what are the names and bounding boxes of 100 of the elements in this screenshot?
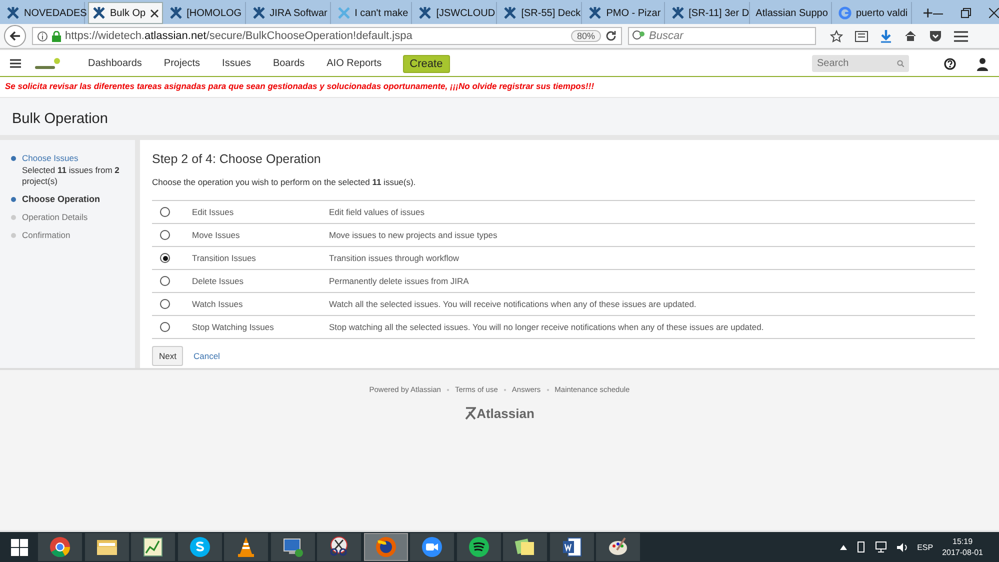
- download-icon[interactable]: [880, 30, 892, 42]
- word-icon: [560, 536, 582, 558]
- help-icon[interactable]: [944, 58, 956, 70]
- jira-icon: [168, 6, 183, 20]
- home-icon[interactable]: [904, 30, 917, 42]
- operation-name: Delete Issues: [192, 276, 244, 286]
- step-label: Choose Operation: [22, 194, 100, 205]
- step-heading: Step 2 of 4: Choose Operation: [152, 152, 322, 166]
- browser-tab[interactable]: Bulk Op: [88, 2, 163, 24]
- step-label: Confirmation: [22, 230, 70, 241]
- jira-icon: [6, 6, 20, 20]
- sticky-notes-icon: [514, 536, 536, 558]
- jira-icon: [92, 6, 106, 20]
- operation-name: Move Issues: [192, 230, 240, 240]
- firefox-icon: [374, 536, 396, 558]
- step-detail: Selected 11 issues from 2 project(s): [22, 165, 120, 187]
- radio-button[interactable]: [160, 276, 170, 286]
- avatar-icon[interactable]: [976, 56, 989, 70]
- google-icon: [838, 6, 852, 20]
- reading-list-icon[interactable]: [855, 30, 868, 42]
- lock-icon: [52, 30, 61, 42]
- skype-icon: [188, 536, 210, 558]
- jira-icon: [670, 6, 685, 20]
- url-text: https://widetech.atlassian.net/secure/BulkChooseOperation!default.jspa: [65, 30, 412, 42]
- atlassian-logo-icon: [464, 407, 476, 420]
- caret-up-icon[interactable]: [840, 544, 848, 550]
- nav-link[interactable]: Issues: [211, 58, 262, 69]
- operation-description: Stop watching all the selected issues. You will no longer receive notifications when any of these issues are updated.: [329, 322, 764, 332]
- next-button[interactable]: Next: [152, 346, 184, 366]
- taskbar-app-button[interactable]: [550, 533, 594, 561]
- taskbar-app-button[interactable]: [317, 533, 361, 561]
- nav-link[interactable]: Dashboards: [77, 58, 153, 69]
- search-icon: [897, 60, 904, 67]
- search-field[interactable]: Buscar: [628, 27, 816, 45]
- taskbar-app-button[interactable]: [131, 533, 175, 561]
- menu-icon[interactable]: [10, 59, 21, 68]
- windows-start-icon[interactable]: [10, 538, 28, 556]
- notice-text: Se solicita revisar las diferentes tareas asignadas para que sean gestionadas y solucionadas oportunamente, ¡¡¡No olvide registrar sus tiempos!!!: [5, 81, 596, 91]
- step-label: Operation Details: [22, 212, 88, 223]
- info-icon: [37, 30, 48, 42]
- paint-palette-icon: [607, 536, 629, 558]
- pocket-icon[interactable]: [929, 30, 942, 42]
- atlassian-logo-text: Atlassian: [476, 406, 534, 421]
- phone-icon[interactable]: [856, 541, 866, 553]
- chrome-icon: [49, 536, 71, 558]
- scissors-icon: [328, 536, 350, 558]
- cancel-link[interactable]: Cancel: [193, 351, 220, 361]
- restore-icon[interactable]: [961, 8, 972, 18]
- step-link[interactable]: Choose Issues: [22, 153, 135, 164]
- logo-icon[interactable]: [35, 56, 61, 70]
- search-field[interactable]: Search: [812, 55, 909, 72]
- operation-description: Edit field values of issues: [329, 207, 424, 217]
- video-camera-icon: [421, 536, 443, 558]
- taskbar-app-button[interactable]: [410, 533, 454, 561]
- search-icon: [632, 30, 645, 42]
- close-icon[interactable]: [989, 8, 999, 18]
- taskbar-app-button[interactable]: [503, 533, 547, 561]
- taskbar-app-button[interactable]: [178, 533, 222, 561]
- taskbar-app-button[interactable]: [224, 533, 268, 561]
- operation-name: Transition Issues: [192, 253, 256, 263]
- network-icon[interactable]: [875, 541, 888, 553]
- operation-description: Transition issues through workflow: [329, 253, 460, 263]
- operation-description: Watch all the selected issues. You will receive notifications when any of these issues are updated.: [329, 299, 696, 309]
- back-button[interactable]: [4, 25, 26, 47]
- instruction-text: Choose the operation you wish to perform on the selected 11 issue(s).: [152, 177, 417, 187]
- jira-icon: [503, 6, 518, 20]
- jira-icon: [252, 6, 266, 20]
- radio-button[interactable]: [160, 207, 170, 217]
- menu-icon[interactable]: [954, 30, 968, 42]
- monitor-icon: [282, 536, 304, 558]
- nav-link[interactable]: Projects: [152, 58, 212, 69]
- operation-description: Move issues to new projects and issue types: [329, 230, 498, 240]
- taskbar-app-button[interactable]: [456, 533, 500, 561]
- taskbar-app-button[interactable]: [84, 533, 128, 561]
- radio-button[interactable]: [160, 230, 170, 240]
- volume-icon[interactable]: [896, 542, 908, 552]
- taskbar-app-button[interactable]: [38, 533, 82, 561]
- zoom-level[interactable]: 80%: [570, 30, 601, 42]
- address-bar[interactable]: https://widetech.atlassian.net/secure/BulkChooseOperation!default.jspa 80%: [32, 27, 622, 45]
- nav-link[interactable]: Boards: [262, 58, 316, 69]
- star-icon[interactable]: [830, 30, 843, 42]
- taskbar-app-button[interactable]: [596, 533, 640, 561]
- clock[interactable]: 15:19 2017-08-01: [942, 536, 983, 558]
- jira-icon: [418, 6, 432, 20]
- new-tab-button[interactable]: +: [922, 2, 934, 24]
- operation-name: Stop Watching Issues: [192, 322, 274, 332]
- operation-name: Edit Issues: [192, 207, 234, 217]
- create-button[interactable]: Create: [402, 54, 450, 72]
- reload-icon[interactable]: [605, 30, 617, 42]
- chart-icon: [142, 536, 164, 558]
- nav-link[interactable]: AIO Reports: [316, 58, 393, 69]
- community-icon: [336, 6, 351, 20]
- radio-button[interactable]: [160, 322, 170, 332]
- traffic-cone-icon: [235, 536, 257, 558]
- radio-button[interactable]: [160, 299, 170, 309]
- radio-button[interactable]: [160, 253, 170, 263]
- spotify-icon: [468, 536, 490, 558]
- language-indicator[interactable]: ESP: [917, 542, 934, 552]
- taskbar-app-button[interactable]: [270, 533, 314, 561]
- close-icon[interactable]: [150, 8, 159, 18]
